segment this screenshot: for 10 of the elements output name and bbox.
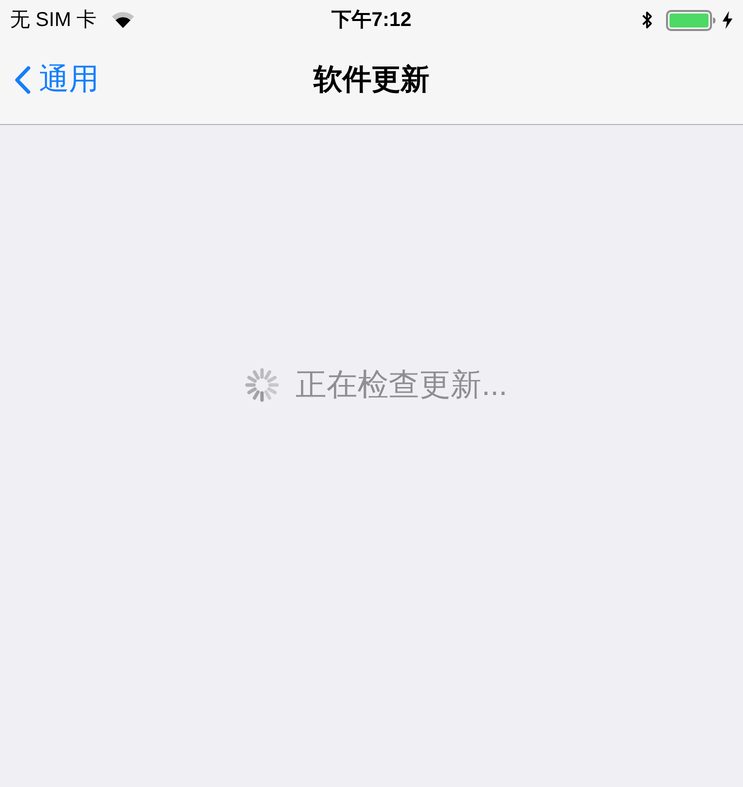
page-title: 软件更新 — [314, 62, 430, 98]
back-button[interactable]: 通用 — [0, 62, 103, 98]
wifi-icon — [110, 11, 135, 29]
battery-icon — [666, 10, 716, 30]
status-time: 下午7:12 — [331, 8, 412, 32]
back-chevron-icon — [14, 66, 31, 94]
bluetooth-icon — [641, 10, 653, 30]
loading-message: 正在检查更新... — [296, 366, 508, 404]
charging-bolt-icon — [722, 11, 733, 29]
carrier-label: 无 SIM 卡 — [10, 8, 97, 32]
